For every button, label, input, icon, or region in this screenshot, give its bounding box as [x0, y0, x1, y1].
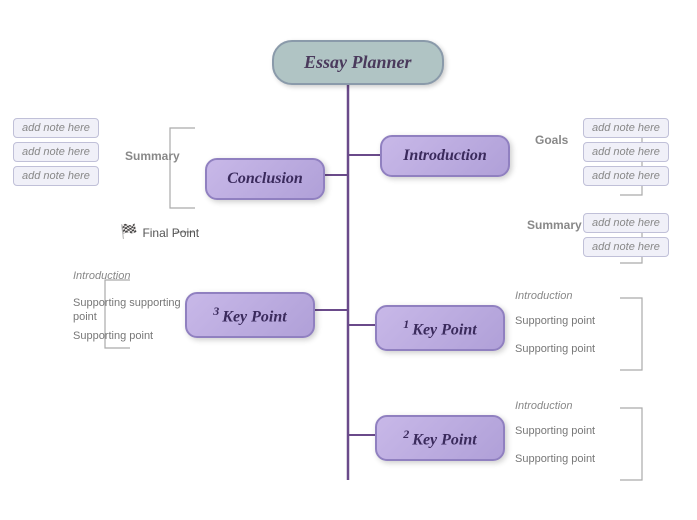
kp2-intro-label: Introduction — [515, 400, 572, 412]
kp1-number: 1 — [403, 317, 409, 331]
kp1-point-2-text: Supporting point — [515, 343, 595, 355]
kp3-point-2-text: Supporting point — [73, 330, 153, 342]
intro-summary-note-1[interactable]: add note here — [583, 213, 669, 233]
conclusion-note-3[interactable]: add note here — [13, 166, 99, 186]
flag-icon: 🏁 — [120, 224, 137, 241]
conclusion-note-2-text: add note here — [22, 146, 90, 158]
intro-summary-note-1-text: add note here — [592, 217, 660, 229]
intro-goals-note-1-text: add note here — [592, 122, 660, 134]
conclusion-label: Conclusion — [227, 170, 303, 187]
kp3-point-1-text: Supporting supporting point — [73, 297, 181, 323]
kp3-label: Key Point — [222, 308, 286, 325]
keypoint3-node[interactable]: 3Key Point — [185, 292, 315, 338]
intro-goals-note-3[interactable]: add note here — [583, 166, 669, 186]
conclusion-note-3-text: add note here — [22, 170, 90, 182]
kp2-label: Key Point — [412, 431, 476, 448]
kp2-intro-text: Introduction — [515, 400, 572, 412]
conclusion-note-1[interactable]: add note here — [13, 118, 99, 138]
goals-label-text: Goals — [535, 133, 568, 147]
kp3-intro-text: Introduction — [73, 270, 130, 282]
kp3-point-1: Supporting supporting point — [73, 296, 183, 325]
introduction-label: Introduction — [403, 147, 487, 164]
intro-goals-note-1[interactable]: add note here — [583, 118, 669, 138]
kp2-number: 2 — [403, 427, 409, 441]
kp3-intro-label: Introduction — [73, 270, 130, 282]
kp2-point-1: Supporting point — [515, 425, 595, 437]
kp3-point-2: Supporting point — [73, 330, 153, 342]
kp1-intro-text: Introduction — [515, 290, 572, 302]
conclusion-summary-text: Summary — [125, 149, 180, 163]
final-point-label: Final Point — [142, 226, 199, 240]
kp3-number: 3 — [213, 304, 219, 318]
conclusion-note-1-text: add note here — [22, 122, 90, 134]
kp2-point-2-text: Supporting point — [515, 453, 595, 465]
introduction-summary-label: Summary — [527, 218, 582, 232]
intro-summary-note-2-text: add note here — [592, 241, 660, 253]
kp2-point-2: Supporting point — [515, 453, 595, 465]
intro-summary-label-text: Summary — [527, 218, 582, 232]
final-point: 🏁 Final Point — [120, 224, 199, 241]
intro-goals-note-3-text: add note here — [592, 170, 660, 182]
title-label: Essay Planner — [304, 52, 412, 72]
title-node: Essay Planner — [272, 40, 444, 85]
intro-summary-note-2[interactable]: add note here — [583, 237, 669, 257]
introduction-node[interactable]: Introduction — [380, 135, 510, 177]
kp1-point-1-text: Supporting point — [515, 315, 595, 327]
keypoint2-node[interactable]: 2Key Point — [375, 415, 505, 461]
conclusion-node[interactable]: Conclusion — [205, 158, 325, 200]
intro-goals-note-2[interactable]: add note here — [583, 142, 669, 162]
kp1-point-1: Supporting point — [515, 315, 595, 327]
introduction-goals-label: Goals — [535, 133, 568, 147]
kp1-label: Key Point — [412, 321, 476, 338]
conclusion-summary-label: Summary — [125, 149, 180, 163]
kp2-point-1-text: Supporting point — [515, 425, 595, 437]
kp1-intro-label: Introduction — [515, 290, 572, 302]
conclusion-note-2[interactable]: add note here — [13, 142, 99, 162]
keypoint1-node[interactable]: 1Key Point — [375, 305, 505, 351]
kp1-point-2: Supporting point — [515, 343, 595, 355]
intro-goals-note-2-text: add note here — [592, 146, 660, 158]
mind-map-canvas: Essay Planner Conclusion Summary add not… — [0, 0, 697, 520]
